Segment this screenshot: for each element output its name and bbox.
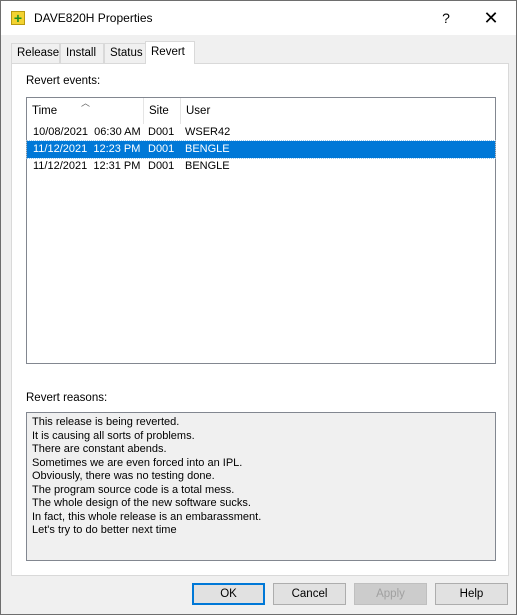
table-row[interactable]: 11/12/2021 12:31 PM D001 BENGLE bbox=[27, 158, 495, 175]
column-time-label: Time bbox=[32, 105, 58, 117]
cell-site: D001 bbox=[148, 126, 175, 138]
cell-user: WSER42 bbox=[185, 126, 231, 138]
tab-install[interactable]: Install bbox=[60, 43, 104, 63]
cell-time: 11/12/2021 12:31 PM bbox=[33, 160, 141, 172]
revert-tab-panel: Revert events: ︿ Time Site User 10/08/20… bbox=[11, 63, 509, 576]
column-header-site[interactable]: Site bbox=[144, 98, 181, 124]
reason-line: Obviously, there was no testing done. bbox=[32, 470, 215, 482]
revert-reasons-label: Revert reasons: bbox=[26, 392, 108, 404]
column-user-label: User bbox=[186, 105, 211, 117]
ok-button[interactable]: OK bbox=[192, 583, 265, 605]
reason-line: There are constant abends. bbox=[32, 443, 167, 455]
cell-site: D001 bbox=[148, 143, 175, 155]
cell-user: BENGLE bbox=[185, 143, 230, 155]
revert-reasons-text[interactable]: This release is being reverted. It is ca… bbox=[26, 412, 496, 561]
tab-status[interactable]: Status bbox=[104, 43, 147, 63]
cell-time: 11/12/2021 12:23 PM bbox=[33, 143, 141, 155]
table-row-selected[interactable]: 11/12/2021 12:23 PM D001 BENGLE bbox=[26, 140, 496, 159]
cell-user: BENGLE bbox=[185, 160, 230, 172]
column-header-user[interactable]: User bbox=[181, 98, 495, 124]
column-header-time[interactable]: ︿ Time bbox=[27, 98, 144, 124]
reason-line: Let's try to do better next time bbox=[32, 524, 177, 536]
tab-release[interactable]: Release bbox=[11, 43, 60, 63]
title-bar: + DAVE820H Properties ? ✕ bbox=[1, 1, 516, 35]
cell-site: D001 bbox=[148, 160, 175, 172]
yellow-plus-icon: + bbox=[11, 10, 25, 26]
properties-dialog: + DAVE820H Properties ? ✕ Release Instal… bbox=[0, 0, 517, 615]
window-title: DAVE820H Properties bbox=[34, 11, 153, 25]
help-title-button[interactable]: ? bbox=[424, 1, 468, 35]
cell-time: 10/08/2021 06:30 AM bbox=[33, 126, 141, 138]
tab-revert[interactable]: Revert bbox=[145, 41, 195, 64]
revert-events-list[interactable]: ︿ Time Site User 10/08/2021 06:30 AM D00… bbox=[26, 97, 496, 364]
sort-arrow-icon: ︿ bbox=[81, 98, 91, 108]
column-site-label: Site bbox=[149, 105, 169, 117]
reason-line: The program source code is a total mess. bbox=[32, 483, 235, 496]
reason-line: The whole design of the new software suc… bbox=[32, 497, 251, 509]
help-button[interactable]: Help bbox=[435, 583, 508, 605]
reason-line: It is causing all sorts of problems. bbox=[32, 429, 195, 442]
reason-line: This release is being reverted. bbox=[32, 416, 180, 428]
revert-events-label: Revert events: bbox=[26, 75, 101, 87]
close-button[interactable]: ✕ bbox=[469, 1, 513, 35]
cancel-button[interactable]: Cancel bbox=[273, 583, 346, 605]
apply-button[interactable]: Apply bbox=[354, 583, 427, 605]
reason-line: Sometimes we are even forced into an IPL… bbox=[32, 456, 243, 469]
list-header: ︿ Time Site User bbox=[27, 98, 495, 124]
reason-line: In fact, this whole release is an embara… bbox=[32, 510, 262, 523]
table-row[interactable]: 10/08/2021 06:30 AM D001 WSER42 bbox=[27, 124, 495, 141]
